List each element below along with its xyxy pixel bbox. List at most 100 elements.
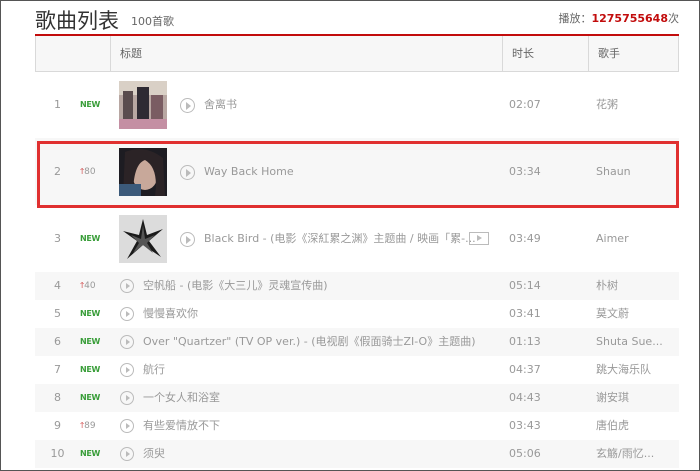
new-badge: NEW bbox=[80, 393, 101, 402]
play-count-label: 播放： bbox=[558, 12, 592, 25]
rank-change: 🡑80 bbox=[80, 138, 120, 206]
new-badge: NEW bbox=[80, 365, 101, 374]
new-badge: NEW bbox=[80, 449, 101, 458]
song-artist[interactable]: 莫文蔚 bbox=[596, 300, 629, 328]
new-badge: NEW bbox=[80, 234, 101, 243]
rank-change: NEW bbox=[80, 384, 120, 412]
play-icon[interactable] bbox=[120, 391, 134, 405]
rank-up-value: 80 bbox=[84, 167, 96, 177]
play-icon[interactable] bbox=[120, 279, 134, 293]
rank-up-value: 89 bbox=[84, 421, 96, 431]
list-header: 歌曲列表 100首歌 播放：1275755648次 bbox=[35, 1, 679, 35]
play-icon[interactable] bbox=[180, 98, 195, 113]
song-artist[interactable]: 跳大海乐队 bbox=[596, 356, 651, 384]
song-duration: 03:41 bbox=[509, 307, 541, 320]
play-icon[interactable] bbox=[120, 419, 134, 433]
song-title[interactable]: 有些爱情放不下 bbox=[143, 412, 220, 440]
song-duration: 05:14 bbox=[509, 279, 541, 292]
play-count-value: 1275755648 bbox=[591, 12, 668, 25]
rank-number: 4 bbox=[54, 279, 61, 292]
play-icon[interactable] bbox=[120, 363, 134, 377]
new-badge: NEW bbox=[80, 100, 101, 109]
song-artist[interactable]: 花粥 bbox=[596, 71, 618, 138]
song-duration: 03:34 bbox=[509, 165, 541, 178]
song-artist[interactable]: 玄觞/雨忆... bbox=[596, 440, 654, 468]
play-icon[interactable] bbox=[180, 232, 195, 247]
song-title[interactable]: Over "Quartzer" (TV OP ver.) - (电视剧《假面骑士… bbox=[143, 328, 476, 356]
table-row[interactable]: 5 NEW 慢慢喜欢你 03:41 莫文蔚 bbox=[35, 300, 679, 328]
column-duration-label: 时长 bbox=[512, 47, 534, 60]
table-row[interactable]: 9 🡑89 有些爱情放不下 03:43 唐伯虎 bbox=[35, 412, 679, 440]
table-row[interactable]: 2 🡑80 Way Back Home 03:34 Shaun bbox=[35, 138, 679, 205]
rank-number: 8 bbox=[54, 391, 61, 404]
column-artist-label: 歌手 bbox=[598, 47, 620, 60]
column-title-label: 标题 bbox=[120, 47, 142, 60]
play-count-unit: 次 bbox=[668, 12, 679, 25]
song-title[interactable]: 慢慢喜欢你 bbox=[143, 300, 198, 328]
song-title[interactable]: 空帆船 - (电影《大三儿》灵魂宣传曲) bbox=[143, 272, 328, 300]
song-artist[interactable]: Shuta Sue... bbox=[596, 328, 663, 356]
rank-change: NEW bbox=[80, 300, 120, 328]
table-row[interactable]: 7 NEW 航行 04:37 跳大海乐队 bbox=[35, 356, 679, 384]
song-title[interactable]: 航行 bbox=[143, 356, 165, 384]
play-icon[interactable] bbox=[180, 165, 195, 180]
play-icon[interactable] bbox=[120, 447, 134, 461]
song-table: 1 NEW 舍离书 02:07 花粥 2 🡑80 Way Back Home 0… bbox=[35, 71, 679, 468]
mv-icon[interactable] bbox=[469, 232, 489, 245]
table-row[interactable]: 6 NEW Over "Quartzer" (TV OP ver.) - (电视… bbox=[35, 328, 679, 356]
new-badge: NEW bbox=[80, 337, 101, 346]
rank-number: 10 bbox=[50, 447, 65, 460]
song-artist[interactable]: Aimer bbox=[596, 205, 629, 272]
rank-up-value: 40 bbox=[84, 281, 96, 291]
column-title: 标题 bbox=[110, 36, 502, 71]
play-icon[interactable] bbox=[120, 307, 134, 321]
song-duration: 03:43 bbox=[509, 419, 541, 432]
rank-change: 🡑89 bbox=[80, 412, 120, 440]
new-badge: NEW bbox=[80, 309, 101, 318]
song-title[interactable]: 须臾 bbox=[143, 440, 165, 468]
rank-change: NEW bbox=[80, 205, 120, 272]
song-duration: 02:07 bbox=[509, 98, 541, 111]
song-duration: 04:43 bbox=[509, 391, 541, 404]
rank-number: 3 bbox=[54, 232, 61, 245]
song-artist[interactable]: 唐伯虎 bbox=[596, 412, 629, 440]
rank-number: 1 bbox=[54, 98, 61, 111]
rank-change: NEW bbox=[80, 356, 120, 384]
rank-change: 🡑40 bbox=[80, 272, 120, 300]
song-artist[interactable]: Shaun bbox=[596, 138, 631, 205]
rank-number: 6 bbox=[54, 335, 61, 348]
song-duration: 03:49 bbox=[509, 232, 541, 245]
table-row[interactable]: 1 NEW 舍离书 02:07 花粥 bbox=[35, 71, 679, 138]
column-duration: 时长 bbox=[502, 36, 588, 71]
window-frame: 歌曲列表 100首歌 播放：1275755648次 标题 时长 歌手 1 NEW bbox=[0, 0, 700, 471]
album-cover[interactable] bbox=[119, 215, 167, 263]
album-cover-image bbox=[119, 148, 167, 196]
rank-number: 9 bbox=[54, 419, 61, 432]
table-row[interactable]: 8 NEW 一个女人和浴室 04:43 谢安琪 bbox=[35, 384, 679, 412]
rank-number: 2 bbox=[54, 165, 61, 178]
rank-change: NEW bbox=[80, 440, 120, 468]
album-cover[interactable] bbox=[119, 81, 167, 129]
table-row[interactable]: 4 🡑40 空帆船 - (电影《大三儿》灵魂宣传曲) 05:14 朴树 bbox=[35, 272, 679, 300]
rank-change: NEW bbox=[80, 71, 120, 138]
album-cover[interactable] bbox=[119, 148, 167, 196]
play-icon[interactable] bbox=[120, 335, 134, 349]
rank-change: NEW bbox=[80, 328, 120, 356]
table-header: 标题 时长 歌手 bbox=[35, 36, 679, 72]
song-title[interactable]: 一个女人和浴室 bbox=[143, 384, 220, 412]
song-duration: 01:13 bbox=[509, 335, 541, 348]
song-duration: 04:37 bbox=[509, 363, 541, 376]
page-title: 歌曲列表 bbox=[35, 9, 119, 33]
table-row[interactable]: 3 NEW Black Bird - (电影《深紅累之渊》主题曲 / 映画「累-… bbox=[35, 205, 679, 272]
album-cover-image bbox=[119, 81, 167, 129]
song-duration: 05:06 bbox=[509, 447, 541, 460]
song-count: 100首歌 bbox=[131, 15, 174, 28]
song-artist[interactable]: 朴树 bbox=[596, 272, 618, 300]
album-cover-image bbox=[119, 215, 167, 263]
song-title[interactable]: Way Back Home bbox=[204, 138, 294, 205]
table-row[interactable]: 10 NEW 须臾 05:06 玄觞/雨忆... bbox=[35, 440, 679, 468]
song-title[interactable]: 舍离书 bbox=[204, 71, 237, 138]
song-artist[interactable]: 谢安琪 bbox=[596, 384, 629, 412]
rank-number: 5 bbox=[54, 307, 61, 320]
song-title[interactable]: Black Bird - (电影《深紅累之渊》主题曲 / 映画「累-... bbox=[204, 205, 476, 272]
